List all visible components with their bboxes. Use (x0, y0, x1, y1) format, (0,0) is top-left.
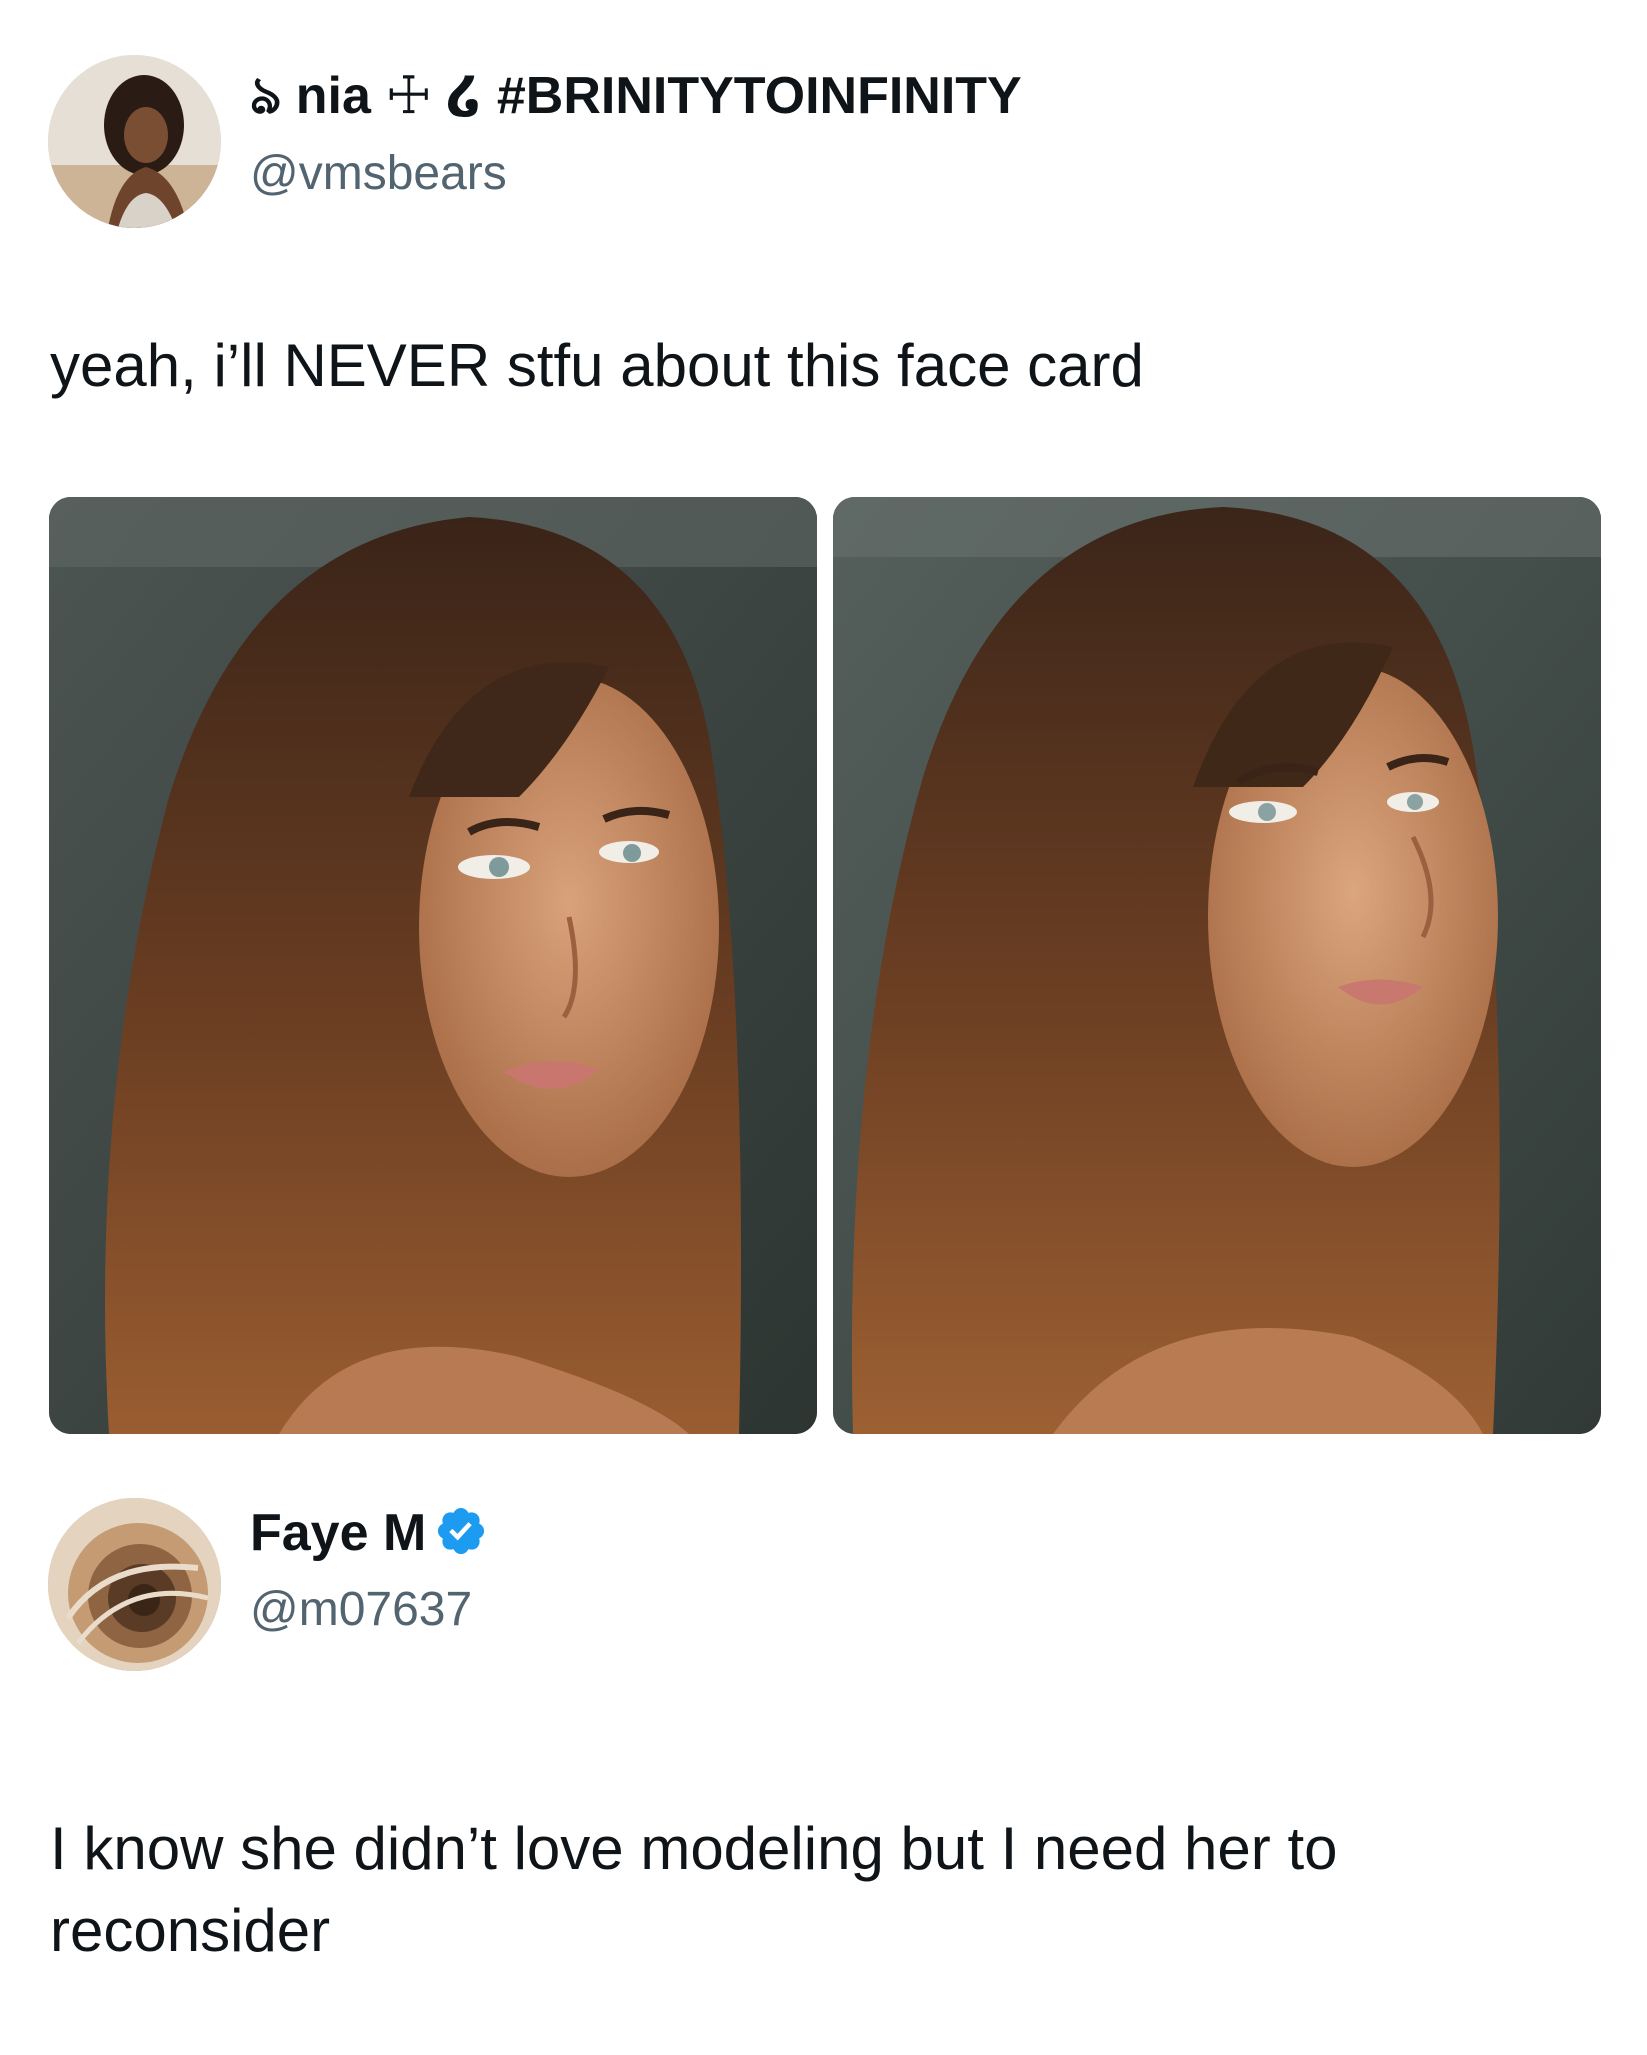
verified-badge-icon (438, 1507, 485, 1555)
tweet-text: I know she didn’t love modeling but I ne… (50, 1815, 1338, 1964)
user-handle[interactable]: @vmsbears (250, 146, 507, 202)
profile-photo-icon[interactable] (48, 55, 221, 228)
user-handle[interactable]: @m07637 (250, 1582, 472, 1638)
display-name-text: Faye M (250, 1504, 427, 1562)
display-name[interactable]: ঌ nia ☩ ໒ #BRINITYTOINFINITY (250, 66, 1022, 126)
display-name[interactable]: Faye M (250, 1503, 488, 1563)
display-name-prefix: ঌ nia ☩ ໒ (250, 67, 483, 125)
profile-photo-icon[interactable] (48, 1498, 221, 1671)
hashtag-link[interactable]: #BRINITYTOINFINITY (497, 67, 1022, 125)
tweet-image[interactable] (833, 497, 1601, 1434)
tweet-image[interactable] (49, 497, 817, 1434)
tweet-text: yeah, i’ll NEVER stfu about this face ca… (50, 332, 1144, 399)
